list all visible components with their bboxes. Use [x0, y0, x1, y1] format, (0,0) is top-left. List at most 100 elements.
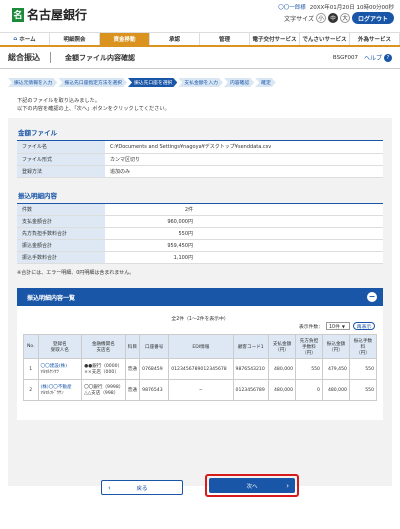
- payee-cell: (株)〇〇不動産 ﾏﾙﾏﾙﾌﾄﾞｳｻﾝ: [37, 379, 83, 401]
- nav-management[interactable]: 管理: [200, 33, 250, 45]
- nav-e-delivery[interactable]: 電子交付サービス: [250, 33, 300, 45]
- detail-list-header[interactable]: 振込明細内容一覧 −: [17, 288, 383, 306]
- transfer-fee: 550: [348, 379, 378, 401]
- text-size-label: 文字サイズ: [284, 15, 314, 23]
- step-5: 内容確認: [224, 78, 254, 87]
- page-subtitle: 金額ファイル内容確認: [65, 53, 135, 62]
- summary-section-title: 振込明細内容: [18, 191, 57, 200]
- col-payee-fee: 先方負担 手数料 （円）: [295, 334, 323, 359]
- logout-button[interactable]: ログアウト: [352, 12, 394, 24]
- account-type: 普通: [124, 379, 141, 401]
- register-method-label: 登録方法: [17, 165, 105, 178]
- per-page-select[interactable]: 10件 ▼: [326, 322, 350, 330]
- next-button[interactable]: 次へ ›: [209, 478, 295, 493]
- nav-densai[interactable]: でんさいサービス: [300, 33, 350, 45]
- last-login: 20XX年01月20日 10時00分00秒: [309, 5, 394, 11]
- page-title: 総合振込: [8, 53, 40, 62]
- file-format-label: ファイル形式: [17, 153, 105, 166]
- text-size-small-button[interactable]: 小: [316, 13, 326, 23]
- payee-kana: ﾏﾙﾏﾙﾌﾄﾞｳｻﾝ: [40, 391, 64, 396]
- payee-fee-total-value: 550円: [105, 227, 383, 240]
- col-customer-code: 顧客コード1: [232, 334, 270, 359]
- col-transfer-fee: 振込手数 料 （円）: [348, 334, 378, 359]
- global-nav: ⌂ ホーム 明細照会 資金移動 承認 管理 電子交付サービス でんさいサービス …: [0, 32, 400, 47]
- step-2: 振込先口座指定方法を選択: [58, 78, 127, 87]
- transfer-fee-total-label: 振込手数料合計: [17, 251, 105, 264]
- next-label: 次へ: [246, 483, 258, 490]
- table-row: 登録方法 追加のみ: [17, 165, 383, 178]
- bank-cell: 〇〇銀行（9998） △△支店（998）: [81, 379, 126, 401]
- text-size-large-button[interactable]: 大: [340, 13, 350, 23]
- nav-funds-transfer[interactable]: 資金移動: [100, 33, 150, 45]
- file-name-label: ファイル名: [17, 141, 105, 154]
- help-link[interactable]: ヘルプ ?: [364, 53, 392, 62]
- content-panel: 金額ファイル ファイル名 C:¥Documents and Settings¥n…: [8, 118, 392, 486]
- col-account: 口座番号: [139, 334, 170, 359]
- chevron-right-icon: ›: [286, 481, 289, 490]
- back-button[interactable]: ‹ 戻る: [101, 480, 183, 495]
- detail-table: No. 登録名 受取人名 金融機関名 支店名 科目 口座番号 EDI情報 顧客コ…: [23, 334, 378, 401]
- branch-name: ××支店（000）: [84, 370, 119, 375]
- step-3-current: 振込先口座を選択: [128, 78, 177, 87]
- text-size-medium-button[interactable]: 中: [328, 13, 338, 23]
- row-no: 2: [23, 379, 39, 401]
- per-page-value: 10件: [329, 324, 340, 330]
- register-method-value: 追加のみ: [105, 165, 383, 178]
- instruction-line-2: 以下の内容を確認の上、「次へ」ボタンをクリックしてください。: [17, 106, 170, 112]
- bank-logo[interactable]: 名 名古屋銀行: [12, 6, 87, 23]
- record-count: 全2件（1〜2件を表示中）: [171, 317, 229, 322]
- transfer-amount: 479,450: [321, 358, 350, 380]
- per-page-control: 表示件数： 10件 ▼ 再表示: [299, 322, 375, 330]
- detail-list-title: 振込明細内容一覧: [27, 294, 76, 302]
- branch-name: △△支店（998）: [84, 391, 119, 396]
- table-row: 件数 2件: [17, 203, 383, 216]
- nav-approval[interactable]: 承認: [150, 33, 200, 45]
- payment-amount: 480,000: [268, 358, 296, 380]
- col-transfer: 振込金額 （円）: [321, 334, 350, 359]
- user-name: 〇〇一郎様: [278, 5, 306, 11]
- transfer-total-label: 振込金額合計: [17, 239, 105, 252]
- col-payment: 支払金額 （円）: [268, 334, 296, 359]
- row-no: 1: [23, 358, 39, 380]
- file-section-title: 金額ファイル: [18, 129, 57, 137]
- collapse-icon[interactable]: −: [367, 292, 377, 302]
- count-label: 件数: [17, 203, 105, 216]
- payment-total-value: 960,000円: [105, 215, 383, 228]
- house-icon: ⌂: [13, 36, 18, 42]
- file-info-table: ファイル名 C:¥Documents and Settings¥nagoya¥デ…: [17, 141, 383, 178]
- help-icon: ?: [384, 53, 392, 62]
- col-payee: 登録名 受取人名: [37, 334, 83, 359]
- bank-cell: ●●銀行（0000） ××支店（000）: [81, 358, 126, 380]
- nav-home[interactable]: ⌂ ホーム: [0, 33, 50, 45]
- table-row: 1 〇〇建設(株) ﾏﾙﾏﾙｹﾝｾﾂ ●●銀行（0000） ××支店（000） …: [23, 358, 378, 380]
- transfer-total-value: 959,450円: [105, 239, 383, 252]
- chevron-down-icon: ▼: [341, 323, 345, 329]
- count-value: 2件: [105, 203, 383, 216]
- step-6: 確定: [255, 78, 276, 87]
- table-row: ファイル名 C:¥Documents and Settings¥nagoya¥デ…: [17, 141, 383, 154]
- step-1: 振込元情報を入力: [8, 78, 57, 87]
- file-name-value: C:¥Documents and Settings¥nagoya¥デスクトップ¥…: [105, 141, 383, 154]
- title-divider: [50, 52, 51, 63]
- redisplay-button[interactable]: 再表示: [353, 322, 375, 330]
- summary-table: 件数 2件 支払金額合計 960,000円 先方負担手数料合計 550円 振込金…: [17, 203, 383, 264]
- table-row: 振込金額合計 959,450円: [17, 239, 383, 252]
- bank-logo-icon: 名: [12, 7, 24, 22]
- edi-info: 0123456789012345678: [168, 358, 234, 380]
- account-number: 0768459: [139, 358, 170, 380]
- table-row: 支払金額合計 960,000円: [17, 215, 383, 228]
- account-number: 9876543: [139, 379, 170, 401]
- col-bank: 金融機関名 支店名: [81, 334, 126, 359]
- edi-info: −: [168, 379, 234, 401]
- payee-fee-total-label: 先方負担手数料合計: [17, 227, 105, 240]
- page-title-bar: 総合振込 金額ファイル内容確認 BSGF007 ヘルプ ?: [0, 47, 400, 69]
- table-header-row: No. 登録名 受取人名 金融機関名 支店名 科目 口座番号 EDI情報 顧客コ…: [23, 334, 378, 359]
- step-4: 支払金額を入力: [178, 78, 223, 87]
- customer-code: 0123456789: [232, 379, 270, 401]
- nav-statements[interactable]: 明細照会: [50, 33, 100, 45]
- progress-steps: 振込元情報を入力 振込先口座指定方法を選択 振込先口座を選択 支払金額を入力 内…: [8, 78, 400, 87]
- payment-total-label: 支払金額合計: [17, 215, 105, 228]
- instruction-text: 下記のファイルを取り込みました。 以下の内容を確認の上、「次へ」ボタンをクリック…: [17, 97, 400, 113]
- nav-forex[interactable]: 外為サービス: [350, 33, 400, 45]
- instruction-line-1: 下記のファイルを取り込みました。: [17, 98, 101, 104]
